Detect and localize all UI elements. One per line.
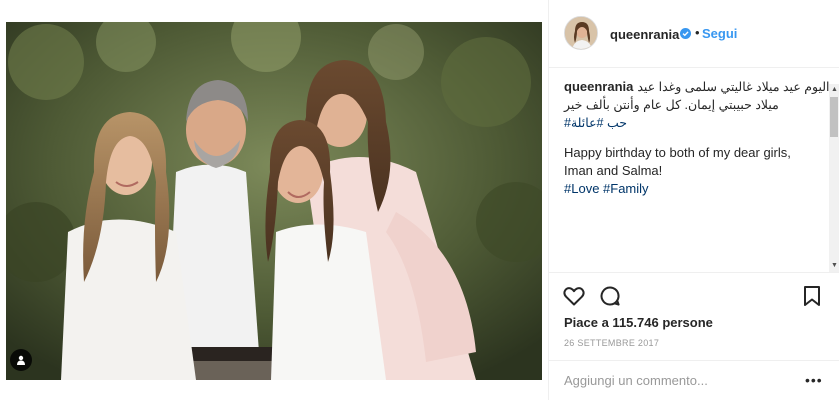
caption-arabic-line-2: ميلاد حبيبتي إيمان. كل عام وأنتن بألف خي… bbox=[564, 98, 779, 112]
user-tag-button[interactable] bbox=[10, 349, 32, 371]
caption-arabic-hashtags[interactable]: حب #عائلة# bbox=[564, 114, 786, 132]
actions-divider bbox=[549, 272, 839, 273]
family-photo-illustration bbox=[6, 22, 542, 380]
post-header: queenrania • Segui bbox=[549, 0, 839, 68]
caption-arabic-line-1: اليوم عيد ميلاد غاليتي سلمى وغدا عيد bbox=[637, 80, 830, 94]
bookmark-icon[interactable] bbox=[800, 284, 824, 308]
scroll-thumb[interactable] bbox=[830, 97, 838, 137]
caption-english-line-1: Happy birthday to both of my dear girls, bbox=[564, 145, 791, 160]
heart-icon[interactable] bbox=[562, 284, 586, 308]
comment-divider bbox=[549, 360, 839, 361]
avatar-image bbox=[565, 17, 597, 49]
caption-english-hashtags[interactable]: #Love #Family bbox=[564, 180, 822, 198]
user-icon bbox=[17, 355, 25, 365]
header-separator: • bbox=[695, 25, 700, 40]
post-photo[interactable] bbox=[6, 22, 542, 380]
comment-icon[interactable] bbox=[598, 284, 622, 308]
likes-count[interactable]: Piace a 115.746 persone bbox=[564, 315, 713, 330]
caption-english-line-2: Iman and Salma! bbox=[564, 163, 663, 178]
post-caption: اليوم عيد ميلاد غاليتي سلمى وغدا عيد que… bbox=[564, 78, 830, 268]
post-date[interactable]: 26 SETTEMBRE 2017 bbox=[564, 338, 659, 348]
add-comment-input[interactable] bbox=[564, 368, 794, 392]
avatar[interactable] bbox=[564, 16, 598, 50]
follow-button[interactable]: Segui bbox=[702, 26, 737, 41]
scroll-up-arrow-icon[interactable]: ▲ bbox=[831, 86, 838, 93]
more-options-icon[interactable]: ••• bbox=[805, 372, 823, 388]
scroll-down-arrow-icon[interactable]: ▼ bbox=[831, 262, 838, 269]
verified-badge-icon bbox=[680, 28, 691, 39]
caption-username-link[interactable]: queenrania bbox=[564, 78, 633, 96]
post-photo-panel bbox=[0, 0, 548, 400]
header-username-link[interactable]: queenrania bbox=[610, 27, 679, 42]
